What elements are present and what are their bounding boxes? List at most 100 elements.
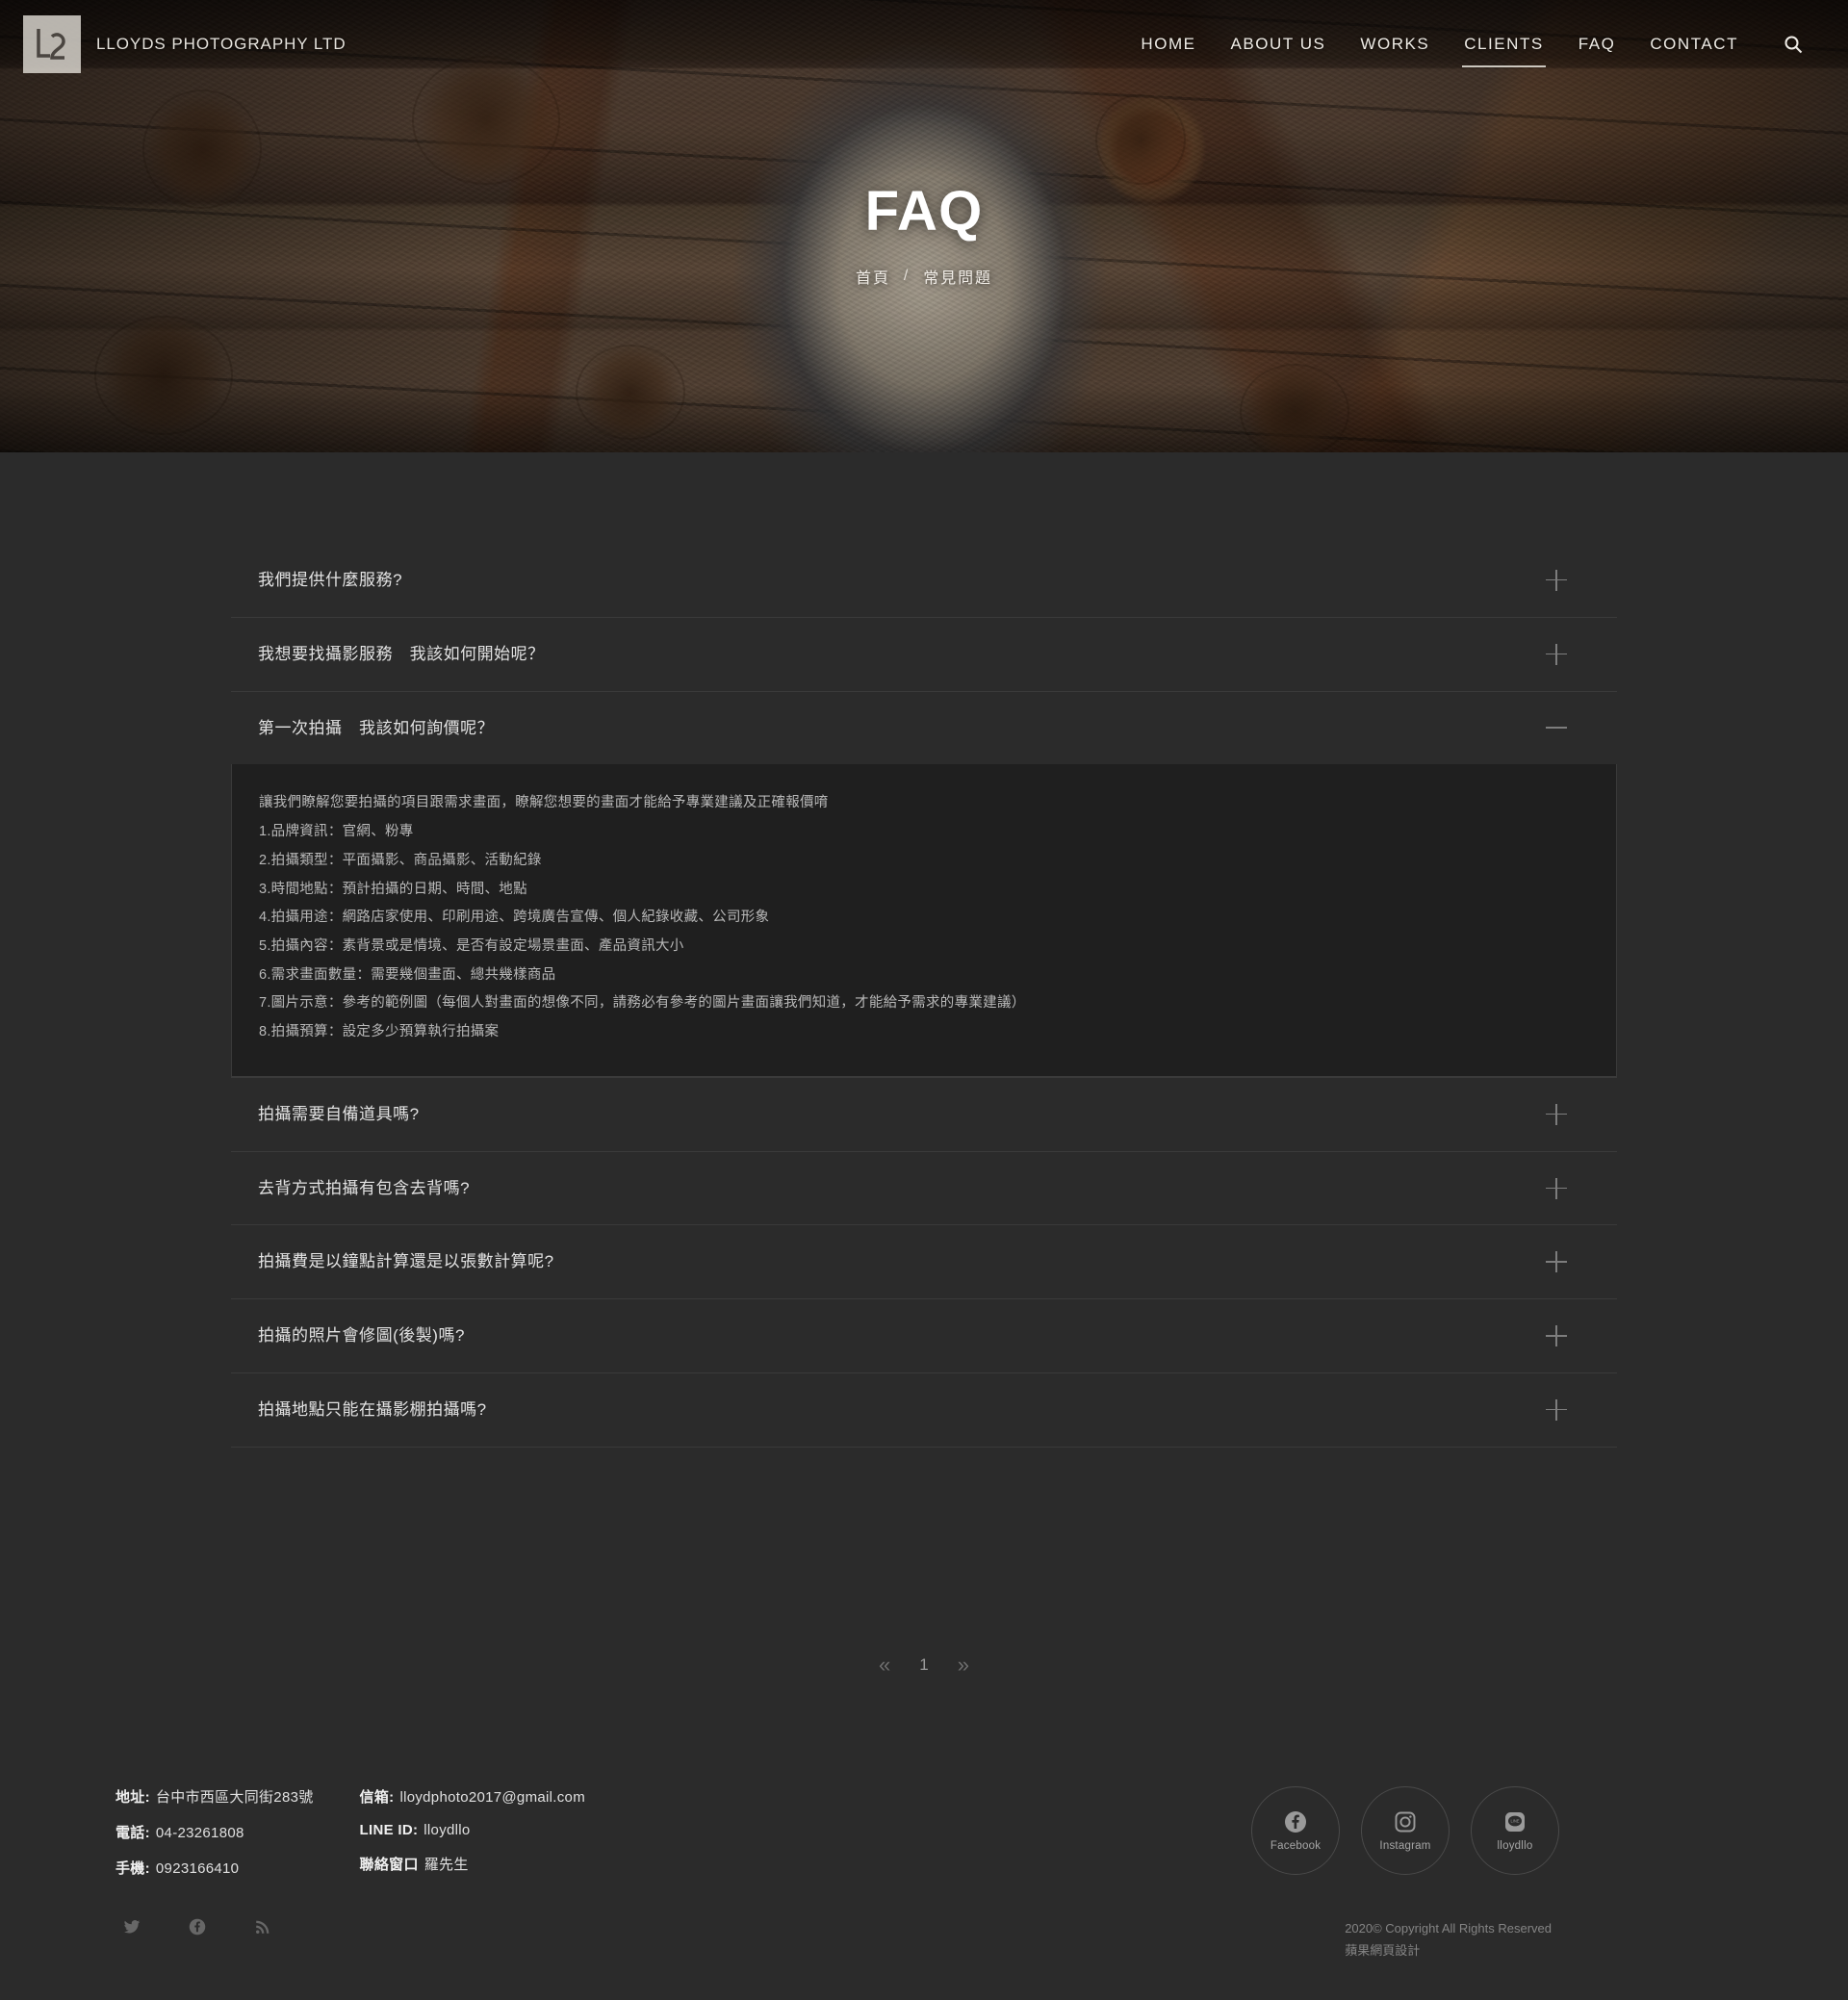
footer-address-label: 地址: <box>116 1788 150 1806</box>
footer-phone-value: 04-23261808 <box>155 1824 244 1841</box>
plus-icon[interactable] <box>1546 1398 1567 1421</box>
nav-item-home[interactable]: HOME <box>1123 25 1213 64</box>
faq-item: 拍攝的照片會修圖(後製)嗎? <box>231 1299 1617 1374</box>
instagram-icon <box>1394 1809 1417 1834</box>
plus-icon[interactable] <box>1546 569 1567 591</box>
faq-answer-line: 6.需求畫面數量：需要幾個畫面、總共幾樣商品 <box>259 966 556 983</box>
plus-icon[interactable] <box>1546 1325 1567 1347</box>
social-facebook-label: Facebook <box>1270 1839 1322 1852</box>
main-navigation: HOME ABOUT US WORKS CLIENTS FAQ CONTACT <box>1123 25 1806 67</box>
faq-answer-line: 4.拍攝用途：網路店家使用、印刷用途、跨境廣告宣傳、個人紀錄收藏、公司形象 <box>259 910 770 926</box>
faq-accordion: 我們提供什麼服務? 我想要找攝影服務 我該如何開始呢？ 第一次拍攝 我該如何詢價呢？… <box>231 544 1617 1448</box>
pagination-next-icon[interactable]: » <box>958 1654 969 1676</box>
footer-rep-label: 聯絡窗口 <box>359 1856 419 1873</box>
faq-question-header[interactable]: 拍攝的照片會修圖(後製)嗎? <box>231 1299 1617 1372</box>
twitter-icon[interactable] <box>123 1918 141 1940</box>
facebook-icon[interactable] <box>189 1918 206 1940</box>
faq-question-header[interactable]: 拍攝地點只能在攝影棚拍攝嗎? <box>231 1373 1617 1447</box>
pagination: « 1 » <box>231 1448 1617 1676</box>
faq-answer-line: 1.品牌資訊：官網、粉專 <box>259 824 414 840</box>
footer-phone-row: 電話: 04-23261808 <box>116 1822 314 1842</box>
footer-contact: 地址: 台中市西區大同街283號 電話: 04-23261808 手機: 092316… <box>116 1786 585 1878</box>
lloyds-l2-monogram-icon <box>23 15 81 73</box>
pagination-prev-icon[interactable]: « <box>879 1654 890 1676</box>
footer-line-value: lloydllo <box>424 1821 471 1838</box>
svg-text:LINE: LINE <box>1510 1818 1519 1823</box>
breadcrumb-home[interactable]: 首頁 <box>856 265 890 288</box>
line-icon: LINE <box>1503 1809 1527 1834</box>
faq-item: 去背方式拍攝有包含去背嗎? <box>231 1152 1617 1226</box>
faq-question-header[interactable]: 去背方式拍攝有包含去背嗎? <box>231 1152 1617 1225</box>
nav-item-clients[interactable]: CLIENTS <box>1447 25 1561 67</box>
faq-answer-line: 2.拍攝類型：平面攝影、商品攝影、活動紀錄 <box>259 852 542 868</box>
faq-question-header[interactable]: 我們提供什麼服務? <box>231 544 1617 617</box>
plus-icon[interactable] <box>1546 643 1567 665</box>
footer-email-label: 信箱: <box>359 1788 395 1806</box>
site-header: LLOYDS PHOTOGRAPHY LTD HOME ABOUT US WOR… <box>0 0 1848 89</box>
nav-item-contact[interactable]: CONTACT <box>1632 25 1756 64</box>
pagination-page-1[interactable]: 1 <box>919 1655 928 1675</box>
footer-mini-socials <box>116 1918 271 1940</box>
faq-question-text: 第一次拍攝 我該如何詢價呢？ <box>258 718 495 737</box>
footer-email-row: 信箱: lloydphoto2017@gmail.com <box>360 1786 585 1807</box>
hero-banner: LLOYDS PHOTOGRAPHY LTD HOME ABOUT US WOR… <box>0 0 1848 452</box>
faq-question-header[interactable]: 第一次拍攝 我該如何詢價呢？ <box>231 692 1617 765</box>
faq-item: 拍攝地點只能在攝影棚拍攝嗎? <box>231 1373 1617 1448</box>
nav-item-about-us[interactable]: ABOUT US <box>1214 25 1344 64</box>
breadcrumb-separator: / <box>903 267 911 284</box>
footer-address-value: 台中市西區大同街283號 <box>155 1788 314 1806</box>
footer-phone-label: 電話: <box>116 1824 150 1841</box>
breadcrumb-current: 常見問題 <box>923 269 992 287</box>
plus-icon[interactable] <box>1546 1251 1567 1273</box>
faq-question-text: 拍攝的照片會修圖(後製)嗎? <box>258 1326 465 1346</box>
faq-question-text: 我想要找攝影服務 我該如何開始呢？ <box>258 644 545 663</box>
main-content: 我們提供什麼服務? 我想要找攝影服務 我該如何開始呢？ 第一次拍攝 我該如何詢價呢？… <box>0 452 1848 1676</box>
faq-item: 我們提供什麼服務? <box>231 544 1617 618</box>
minus-icon[interactable] <box>1546 717 1567 738</box>
social-line-button[interactable]: LINE lloydllo <box>1471 1785 1559 1875</box>
social-instagram-button[interactable]: Instagram <box>1361 1785 1450 1875</box>
social-instagram-label: Instagram <box>1379 1839 1431 1852</box>
faq-question-text: 拍攝需要自備道具嗎? <box>258 1104 420 1123</box>
faq-question-text: 我們提供什麼服務? <box>258 571 403 589</box>
faq-answer-line: 7.圖片示意：參考的範例圖（每個人對畫面的想像不同，請務必有參考的圖片畫面讓我們… <box>259 995 1026 1012</box>
plus-icon[interactable] <box>1546 1103 1567 1125</box>
faq-answer-line: 3.時間地點：預計拍攝的日期、時間、地點 <box>259 881 527 897</box>
nav-item-works[interactable]: WORKS <box>1343 25 1447 64</box>
footer-line-label: LINE ID: <box>359 1821 419 1838</box>
nav-item-faq[interactable]: FAQ <box>1561 25 1633 64</box>
footer-contact-left: 地址: 台中市西區大同街283號 電話: 04-23261808 手機: 092316… <box>116 1786 314 1878</box>
footer-copyright: 2020© Copyright All Rights Reserved 蘋果網頁… <box>1345 1918 1732 1962</box>
rss-icon[interactable] <box>254 1918 271 1940</box>
footer-mobile-value: 0923166410 <box>155 1859 240 1877</box>
brand-name: LLOYDS PHOTOGRAPHY LTD <box>96 35 346 53</box>
footer-mobile-label: 手機: <box>116 1859 150 1877</box>
social-facebook-button[interactable]: Facebook <box>1251 1785 1340 1875</box>
faq-answer-line: 8.拍攝預算：設定多少預算執行拍攝案 <box>259 1024 500 1040</box>
faq-item: 拍攝需要自備道具嗎? <box>231 1078 1617 1152</box>
faq-answer-line: 讓我們瞭解您要拍攝的項目跟需求畫面，瞭解您想要的畫面才能給予專業建議及正確報價唷 <box>259 795 829 811</box>
search-icon[interactable] <box>1781 32 1806 57</box>
faq-question-header[interactable]: 拍攝需要自備道具嗎? <box>231 1078 1617 1151</box>
faq-item: 拍攝費是以鐘點計算還是以張數計算呢? <box>231 1225 1617 1300</box>
faq-item: 我想要找攝影服務 我該如何開始呢？ <box>231 618 1617 692</box>
faq-question-header[interactable]: 我想要找攝影服務 我該如何開始呢？ <box>231 618 1617 691</box>
plus-icon[interactable] <box>1546 1177 1567 1199</box>
faq-question-text: 去背方式拍攝有包含去背嗎? <box>258 1178 471 1197</box>
footer-address-row: 地址: 台中市西區大同街283號 <box>116 1786 314 1807</box>
footer-mobile-row: 手機: 0923166410 <box>116 1858 314 1878</box>
footer-rep-value: 羅先生 <box>424 1856 469 1873</box>
brand-logo[interactable]: LLOYDS PHOTOGRAPHY LTD <box>23 15 346 73</box>
faq-question-header[interactable]: 拍攝費是以鐘點計算還是以張數計算呢? <box>231 1225 1617 1298</box>
footer-email-value[interactable]: lloydphoto2017@gmail.com <box>399 1789 585 1806</box>
footer-line-row: LINE ID: lloydllo <box>360 1822 585 1838</box>
facebook-icon <box>1284 1809 1307 1834</box>
breadcrumb: 首頁 / 常見問題 <box>856 265 992 288</box>
copyright-text: 2020© Copyright All Rights Reserved <box>1345 1920 1552 1936</box>
designer-credit[interactable]: 蘋果網頁設計 <box>1345 1940 1552 1962</box>
faq-answer-panel: 讓我們瞭解您要拍攝的項目跟需求畫面，瞭解您想要的畫面才能給予專業建議及正確報價唷… <box>231 764 1617 1077</box>
faq-item: 第一次拍攝 我該如何詢價呢？ 讓我們瞭解您要拍攝的項目跟需求畫面，瞭解您想要的畫面… <box>231 692 1617 1078</box>
page-title: FAQ <box>864 179 984 243</box>
footer-contact-right: 信箱: lloydphoto2017@gmail.com LINE ID: lloy… <box>360 1786 585 1878</box>
faq-question-text: 拍攝地點只能在攝影棚拍攝嗎? <box>258 1400 487 1420</box>
